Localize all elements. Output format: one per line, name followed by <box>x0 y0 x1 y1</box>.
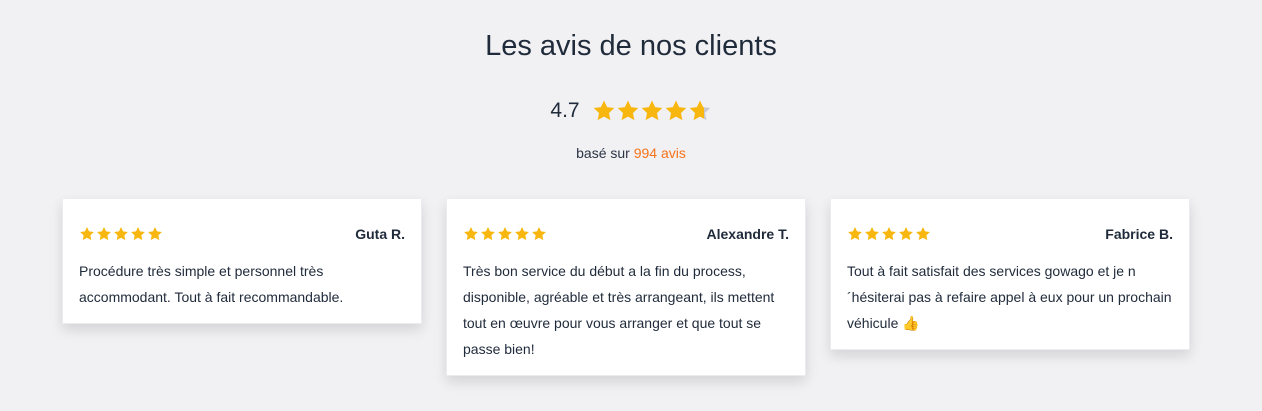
review-card: Alexandre T. Très bon service du début a… <box>446 198 806 376</box>
overall-stars <box>592 99 712 123</box>
review-card: Fabrice B. Tout à fait satisfait des ser… <box>830 198 1190 350</box>
star-icon <box>148 227 162 241</box>
star-icon <box>641 100 662 121</box>
star-icon <box>865 227 879 241</box>
star-icon <box>131 227 145 241</box>
review-author: Alexandre T. <box>706 226 789 242</box>
star-icon <box>80 227 94 241</box>
star-icon <box>882 227 896 241</box>
review-count-text: basé sur 994 avis <box>0 145 1262 161</box>
star-icon <box>481 227 495 241</box>
review-text: Tout à fait satisfait des services gowag… <box>847 263 1172 331</box>
review-author: Guta R. <box>355 226 405 242</box>
star-icon <box>665 100 686 121</box>
review-author: Fabrice B. <box>1105 226 1173 242</box>
star-icon <box>848 227 862 241</box>
star-icon <box>97 227 111 241</box>
overall-rating: 4.7 <box>0 99 1262 123</box>
star-icon <box>114 227 128 241</box>
review-stars <box>847 226 931 242</box>
star-icon <box>498 227 512 241</box>
review-stars <box>79 226 163 242</box>
star-icon <box>899 227 913 241</box>
star-icon <box>532 227 546 241</box>
based-prefix: basé sur <box>576 145 630 161</box>
average-score: 4.7 <box>550 99 580 122</box>
page-title: Les avis de nos clients <box>485 30 777 62</box>
review-stars <box>463 226 547 242</box>
review-text: Procédure très simple et personnel très … <box>79 263 344 305</box>
star-icon <box>916 227 930 241</box>
star-icon <box>617 100 638 121</box>
review-card: Guta R. Procédure très simple et personn… <box>62 198 422 324</box>
star-icon <box>464 227 478 241</box>
reviews-link[interactable]: 994 avis <box>634 145 686 161</box>
star-icon <box>515 227 529 241</box>
star-icon <box>689 100 710 121</box>
star-icon <box>593 100 614 121</box>
review-text: Très bon service du début a la fin du pr… <box>463 263 775 357</box>
